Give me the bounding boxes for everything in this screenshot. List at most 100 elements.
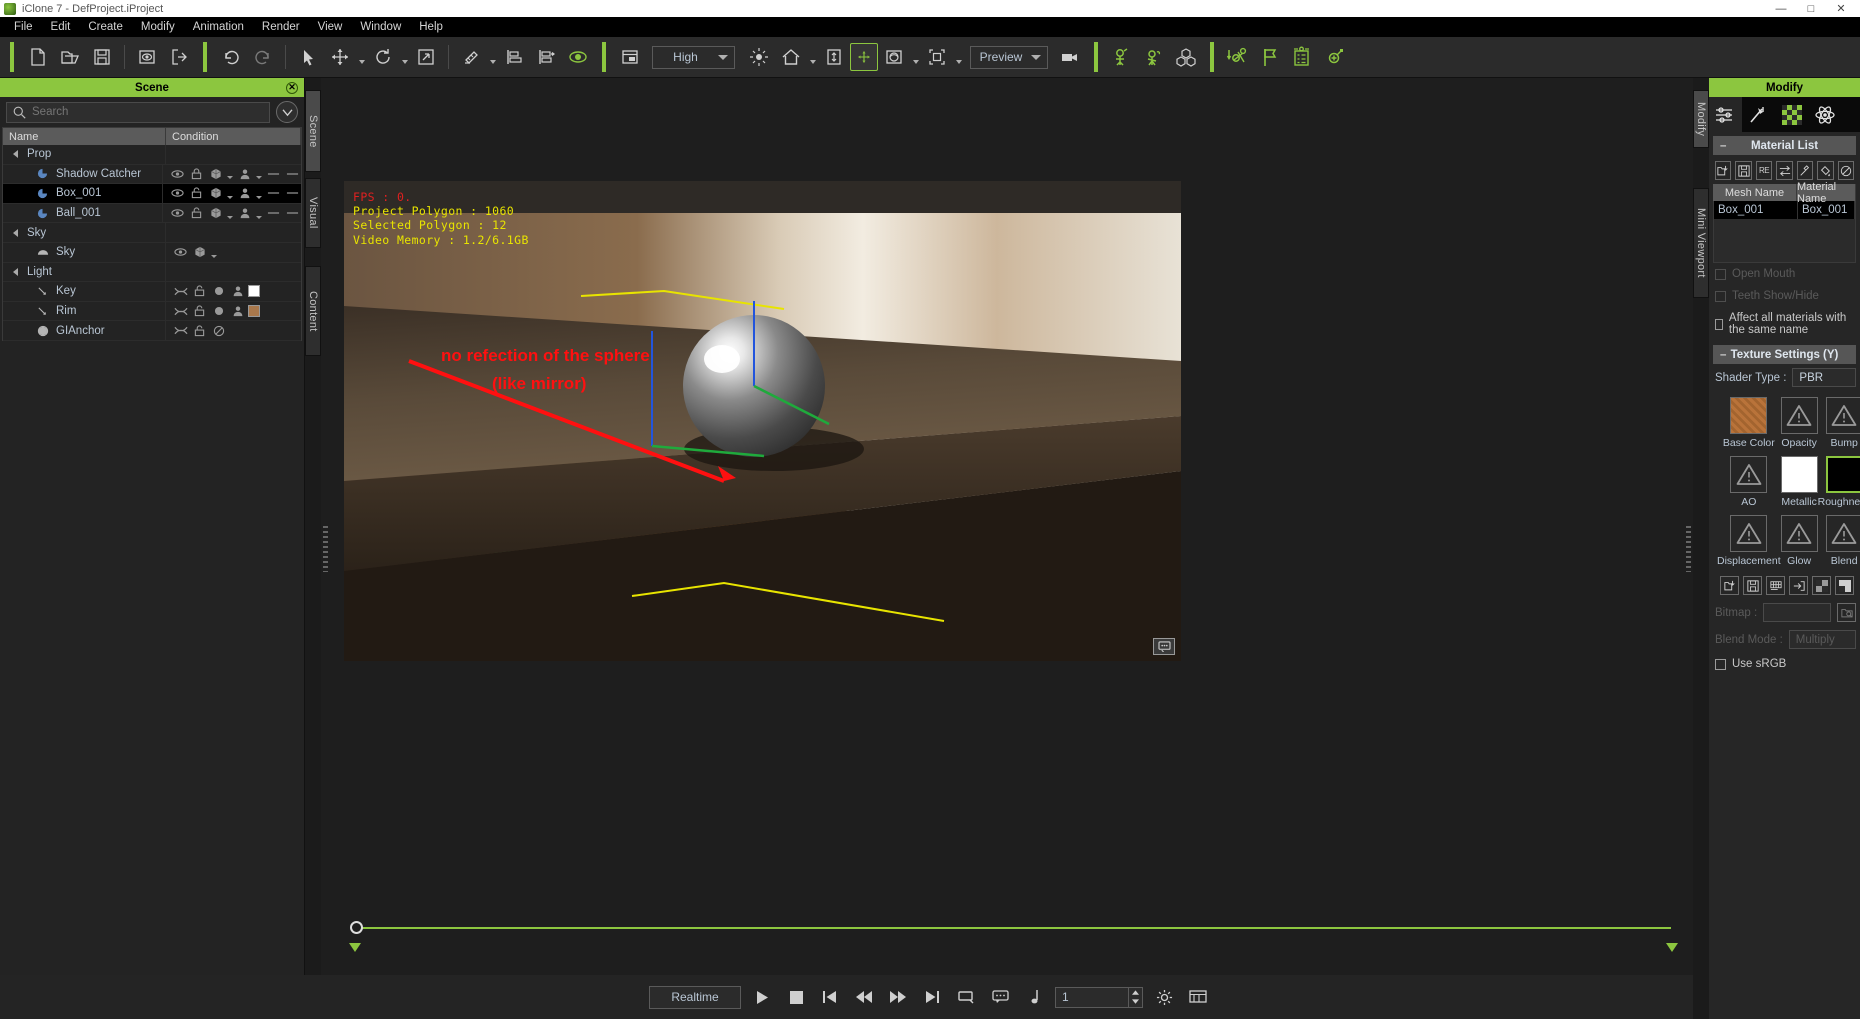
viewport-left-resize-handle[interactable] (323, 525, 328, 572)
note-icon[interactable] (1021, 984, 1047, 1010)
tree-group-row[interactable]: Light (3, 262, 301, 283)
person-icon[interactable] (236, 165, 253, 182)
save-material-icon[interactable] (1735, 161, 1752, 180)
spring-icon[interactable] (1318, 41, 1350, 73)
select-tool-icon[interactable] (292, 41, 324, 73)
menu-item-edit[interactable]: Edit (42, 17, 80, 37)
chevron-down-icon[interactable] (210, 244, 218, 261)
table-row[interactable]: GIAnchor (3, 321, 301, 341)
lock-open-icon[interactable] (191, 303, 208, 320)
light-toggle-icon[interactable] (172, 322, 189, 339)
camera-view-icon[interactable] (1153, 638, 1175, 655)
checklist-icon[interactable] (1286, 41, 1318, 73)
sky-icon[interactable] (34, 244, 51, 261)
texture-channel-base-color[interactable]: Base Color (1717, 397, 1781, 449)
last-frame-icon[interactable] (919, 984, 945, 1010)
tree-row-name[interactable]: Ball_001 (3, 203, 163, 223)
timeline-slider[interactable] (344, 917, 1683, 973)
chevron-down-icon[interactable] (255, 165, 263, 182)
timeline-icon[interactable] (1185, 984, 1211, 1010)
menu-item-help[interactable]: Help (410, 17, 452, 37)
prev-frame-icon[interactable] (851, 984, 877, 1010)
align-tool-icon[interactable] (455, 41, 487, 73)
save-texture-icon[interactable] (1743, 576, 1762, 595)
animation-icon[interactable] (1742, 97, 1775, 132)
checkbox[interactable] (1715, 318, 1723, 330)
menu-item-window[interactable]: Window (351, 17, 410, 37)
mesh-icon[interactable] (207, 165, 224, 182)
texture-channel-opacity[interactable]: Opacity (1780, 397, 1818, 449)
align-left-icon[interactable] (498, 41, 530, 73)
props-icon[interactable] (1170, 41, 1202, 73)
texture-thumbnail[interactable] (1780, 515, 1818, 552)
texture-thumbnail[interactable] (1730, 397, 1768, 434)
table-row[interactable]: Sky (3, 242, 301, 263)
search-input[interactable] (32, 106, 263, 118)
color-swatch[interactable] (248, 285, 260, 298)
shader-type-dropdown[interactable]: PBR (1792, 368, 1856, 387)
table-row[interactable]: Rim (3, 301, 301, 322)
eye-icon[interactable] (562, 41, 594, 73)
clear-icon[interactable] (1837, 161, 1854, 180)
column-name[interactable]: Name (3, 128, 166, 145)
physics-icon[interactable] (1808, 97, 1841, 132)
move-tool-icon[interactable] (324, 41, 356, 73)
reach-target-icon[interactable] (1222, 41, 1254, 73)
flag-icon[interactable] (1254, 41, 1286, 73)
circle-icon[interactable] (210, 303, 227, 320)
uv-icon[interactable] (1766, 576, 1785, 595)
menu-item-view[interactable]: View (309, 17, 352, 37)
right-tab-mini-viewport[interactable]: Mini Viewport (1693, 188, 1709, 298)
texture-channel-blend[interactable]: Blend (1818, 515, 1860, 567)
tree-row-name[interactable]: GIAnchor (3, 321, 166, 340)
chevron-down-icon[interactable] (226, 165, 234, 182)
attribute-icon[interactable] (1709, 97, 1742, 132)
save-icon[interactable] (86, 41, 118, 73)
column-condition[interactable]: Condition (166, 128, 301, 145)
tree-row-name[interactable]: Rim (3, 301, 166, 321)
stop-icon[interactable] (783, 984, 809, 1010)
tree-row-name[interactable]: Key (3, 282, 166, 301)
sphere-preview-dropdown[interactable] (910, 41, 921, 73)
circle-icon[interactable] (210, 283, 227, 300)
timeline-playhead[interactable] (350, 921, 363, 934)
person-icon[interactable] (229, 303, 246, 320)
dash[interactable] (265, 205, 282, 222)
load-material-icon[interactable] (1715, 161, 1732, 180)
table-row[interactable]: Shadow Catcher (3, 164, 301, 185)
chevron-down-icon[interactable] (226, 205, 234, 222)
first-frame-icon[interactable] (817, 984, 843, 1010)
checker-icon[interactable] (1812, 576, 1831, 595)
frame-stepper-up[interactable] (1129, 988, 1142, 998)
texture-channel-ao[interactable]: AO (1717, 456, 1781, 508)
bounding-box-dropdown[interactable] (953, 41, 964, 73)
light-toggle-icon[interactable] (172, 283, 189, 300)
home-dropdown[interactable] (807, 41, 818, 73)
viewport-right-resize-handle[interactable] (1686, 525, 1691, 572)
mesh-name-column[interactable]: Mesh Name (1713, 184, 1797, 201)
collapse-icon[interactable]: – (1720, 140, 1726, 152)
chevron-down-icon[interactable] (255, 185, 263, 202)
scene-filter-button[interactable] (276, 101, 298, 123)
tree-group-row[interactable]: Prop (3, 145, 301, 165)
eye-icon[interactable] (172, 244, 189, 261)
sphere-preview-icon[interactable] (878, 41, 910, 73)
menu-item-render[interactable]: Render (253, 17, 309, 37)
lock-open-icon[interactable] (188, 185, 205, 202)
mesh-icon[interactable] (207, 205, 224, 222)
dash[interactable] (284, 205, 301, 222)
scale-tool-icon[interactable] (410, 41, 442, 73)
undo-icon[interactable] (215, 41, 247, 73)
mesh-icon[interactable] (207, 185, 224, 202)
prop-node-icon[interactable] (34, 185, 51, 202)
preview-project-icon[interactable] (131, 41, 163, 73)
texture-thumbnail[interactable] (1825, 515, 1860, 552)
light-icon[interactable] (743, 41, 775, 73)
viewport-3d[interactable]: FPS : 0. Project Polygon : 1060 Selected… (344, 181, 1181, 661)
material-name-column[interactable]: Material Name (1797, 181, 1856, 205)
prop-node-icon[interactable] (34, 205, 51, 222)
light-toggle-icon[interactable] (172, 303, 189, 320)
table-row[interactable]: Box_001 (3, 184, 301, 204)
left-tab-content[interactable]: Content (305, 266, 321, 356)
move-tool-dropdown[interactable] (356, 41, 367, 73)
